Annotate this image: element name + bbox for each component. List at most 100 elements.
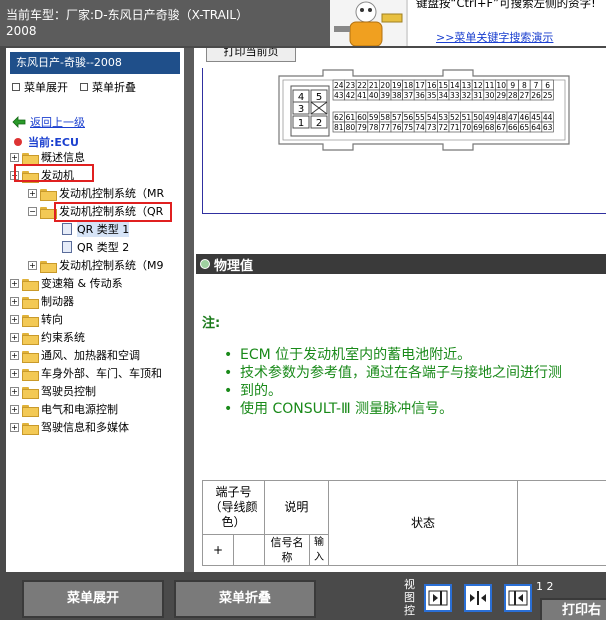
pin-label: 38 xyxy=(392,91,402,100)
pin-label: 78 xyxy=(369,123,379,132)
tree-item-label: 通风、加热器和空调 xyxy=(41,349,140,362)
folder-icon xyxy=(40,260,57,273)
pin-label: 79 xyxy=(357,123,367,132)
back-link[interactable]: 返回上一级 xyxy=(12,114,85,130)
collapse-toggle-icon[interactable]: − xyxy=(10,170,19,180)
small-pin-label: 2 xyxy=(316,118,322,129)
pin-label: 20 xyxy=(380,81,390,90)
expand-toggle-icon[interactable]: + xyxy=(10,332,19,342)
pin-label: 63 xyxy=(543,123,553,132)
pin-label: 58 xyxy=(380,113,390,122)
view-split-button[interactable] xyxy=(464,584,492,612)
tree-item[interactable]: + 制动器 xyxy=(6,292,184,310)
pin-label: 43 xyxy=(334,91,344,100)
expand-toggle-icon[interactable]: + xyxy=(10,314,19,324)
tree-item[interactable]: QR 类型 1 xyxy=(6,220,184,238)
view-right-pane-button[interactable] xyxy=(504,584,532,612)
pin-label: 27 xyxy=(520,91,530,100)
terminal-header: 端子号（导线颜色） xyxy=(202,480,265,535)
tree-item[interactable]: + 电气和电源控制 xyxy=(6,400,184,418)
pin-label: 16 xyxy=(427,81,437,90)
tree-item[interactable]: + 概述信息 xyxy=(6,148,184,166)
search-hint-text: 键盘按“Ctrl+F”可搜索左侧的资字! xyxy=(416,0,596,10)
pin-label: 6 xyxy=(545,81,550,90)
pin-label: 32 xyxy=(462,91,472,100)
pin-label: 56 xyxy=(404,113,414,122)
expand-toggle-icon[interactable]: + xyxy=(10,386,19,396)
bottom-expand-button[interactable]: 菜单展开 xyxy=(22,580,164,618)
pin-label: 50 xyxy=(473,113,483,122)
tree-item[interactable]: + 发动机控制系统（MR xyxy=(6,184,184,202)
panel-splitter[interactable] xyxy=(184,48,194,572)
bottom-collapse-button[interactable]: 菜单折叠 xyxy=(174,580,316,618)
pin-label: 47 xyxy=(508,113,518,122)
note-item: 技术参数为参考值，通过在各端子与接地之间进行测 xyxy=(224,364,604,382)
tree-item-label: 驾驶员控制 xyxy=(41,385,96,398)
tree-item[interactable]: − 发动机控制系统（QR xyxy=(6,202,184,220)
pin-label: 64 xyxy=(531,123,541,132)
state-header: 状态 xyxy=(327,480,519,566)
sidebar: 东风日产-奇骏--2008 菜单展开 菜单折叠 返回上一级 当前:ECU + 概… xyxy=(6,48,184,572)
expand-toggle-icon[interactable]: + xyxy=(28,260,37,270)
pin-label: 34 xyxy=(438,91,448,100)
tree-item[interactable]: + 变速箱 & 传动系 xyxy=(6,274,184,292)
tree-item[interactable]: + 驾驶信息和多媒体 xyxy=(6,418,184,436)
tree-item[interactable]: + 车身外部、车门、车顶和 xyxy=(6,364,184,382)
pin-label: 29 xyxy=(496,91,506,100)
expand-icon xyxy=(12,83,20,91)
tree-item-label: 车身外部、车门、车顶和 xyxy=(41,367,162,380)
menu-expand-button[interactable]: 菜单展开 xyxy=(12,79,68,95)
expand-toggle-icon[interactable]: + xyxy=(10,152,19,162)
pin-label: 41 xyxy=(357,91,367,100)
pin-label: 30 xyxy=(485,91,495,100)
expand-toggle-icon[interactable]: + xyxy=(10,422,19,432)
expand-toggle-icon[interactable]: + xyxy=(28,188,37,198)
expand-toggle-icon[interactable]: + xyxy=(10,296,19,306)
collapse-toggle-icon[interactable]: − xyxy=(28,206,37,216)
expand-toggle-icon[interactable]: + xyxy=(10,350,19,360)
signal-name-header: 信号名称 xyxy=(263,534,311,566)
pane-right-icon xyxy=(428,590,448,606)
minus-header xyxy=(232,534,265,566)
expand-toggle-icon[interactable]: + xyxy=(10,368,19,378)
print-right-button[interactable]: 打印右 xyxy=(540,598,606,620)
pin-label: 31 xyxy=(473,91,483,100)
pin-label: 71 xyxy=(450,123,460,132)
pin-label: 49 xyxy=(485,113,495,122)
folder-icon xyxy=(22,314,39,327)
pin-label: 8 xyxy=(522,81,527,90)
folder-icon xyxy=(22,296,39,309)
folder-icon xyxy=(22,152,39,165)
pin-label: 66 xyxy=(508,123,518,132)
pin-label: 26 xyxy=(531,91,541,100)
view-control-label: 视图控 xyxy=(404,578,415,617)
tree-item[interactable]: + 通风、加热器和空调 xyxy=(6,346,184,364)
pin-label: 25 xyxy=(543,91,553,100)
document-icon xyxy=(62,223,72,235)
menu-collapse-button[interactable]: 菜单折叠 xyxy=(80,79,136,95)
pin-label: 9 xyxy=(510,81,515,90)
notes-list: ECM 位于发动机室内的蓄电池附近。 技术参数为参考值，通过在各端子与接地之间进… xyxy=(224,346,604,418)
pin-label: 44 xyxy=(543,113,553,122)
tree-item[interactable]: − 发动机 xyxy=(6,166,184,184)
expand-toggle-icon[interactable]: + xyxy=(10,278,19,288)
tree-item[interactable]: + 驾驶员控制 xyxy=(6,382,184,400)
page-indicator: 1 2 xyxy=(536,580,554,593)
tree-item[interactable]: + 约束系统 xyxy=(6,328,184,346)
pin-label: 54 xyxy=(427,113,437,122)
pin-label: 70 xyxy=(462,123,472,132)
tree-item[interactable]: QR 类型 2 xyxy=(6,238,184,256)
tree-item[interactable]: + 发动机控制系统（M9 xyxy=(6,256,184,274)
search-demo-link[interactable]: >>菜单关键字搜索演示 xyxy=(436,29,553,45)
pin-label: 75 xyxy=(404,123,414,132)
small-pin-label: 1 xyxy=(298,118,304,129)
print-page-button[interactable]: 打印当前页 xyxy=(206,48,296,62)
view-left-pane-button[interactable] xyxy=(424,584,452,612)
tree-item[interactable]: + 转向 xyxy=(6,310,184,328)
pin-label: 40 xyxy=(369,91,379,100)
tree-item-label: 发动机控制系统（MR xyxy=(59,187,165,200)
current-icon xyxy=(14,138,22,146)
expand-toggle-icon[interactable]: + xyxy=(10,404,19,414)
pin-label: 67 xyxy=(496,123,506,132)
tree-item-label: 发动机控制系统（QR xyxy=(59,205,164,218)
